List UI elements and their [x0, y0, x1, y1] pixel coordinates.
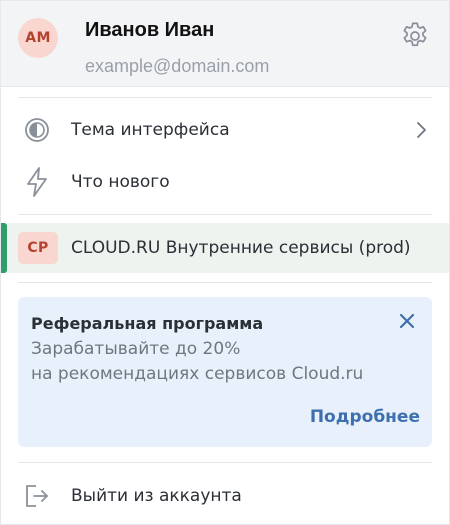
- promo-more-link[interactable]: Подробнее: [310, 407, 420, 427]
- profile-name: Иванов Иван: [85, 19, 215, 41]
- divider: [18, 214, 432, 215]
- menu-item-logout[interactable]: Выйти из аккаунта: [1, 470, 449, 522]
- menu-item-label: Выйти из аккаунта: [71, 486, 242, 506]
- avatar: АМ: [18, 18, 58, 58]
- settings-button[interactable]: [398, 21, 432, 55]
- chevron-right-icon: [411, 120, 431, 140]
- promo-text-line: Зарабатывайте до 20%: [31, 339, 241, 359]
- gear-icon: [399, 20, 431, 56]
- divider: [18, 282, 432, 283]
- menu-item-whats-new[interactable]: Что нового: [1, 156, 449, 208]
- menu-item-theme[interactable]: Тема интерфейса: [1, 104, 449, 156]
- close-promo-button[interactable]: [396, 312, 418, 334]
- logout-icon: [22, 481, 52, 511]
- account-menu: АМ Иванов Иван example@domain.com Тема и…: [0, 0, 450, 525]
- lightning-icon: [22, 167, 52, 197]
- menu-item-label: Что нового: [71, 172, 170, 192]
- active-indicator: [1, 223, 7, 273]
- theme-icon: [22, 115, 52, 145]
- project-label: CLOUD.RU Внутренние сервисы (prod): [71, 238, 411, 258]
- divider: [18, 462, 432, 463]
- profile-email: example@domain.com: [85, 56, 270, 76]
- close-icon: [399, 313, 415, 333]
- referral-promo-card: Реферальная программа Зарабатывайте до 2…: [18, 297, 432, 447]
- menu-item-label: Тема интерфейса: [71, 120, 230, 140]
- promo-text-line: на рекомендациях сервисов Cloud.ru: [31, 364, 364, 384]
- profile-header: АМ Иванов Иван example@domain.com: [1, 1, 449, 87]
- promo-title: Реферальная программа: [31, 314, 264, 333]
- project-badge: CP: [18, 232, 58, 264]
- project-item[interactable]: CP CLOUD.RU Внутренние сервисы (prod): [1, 223, 449, 273]
- divider: [18, 97, 432, 98]
